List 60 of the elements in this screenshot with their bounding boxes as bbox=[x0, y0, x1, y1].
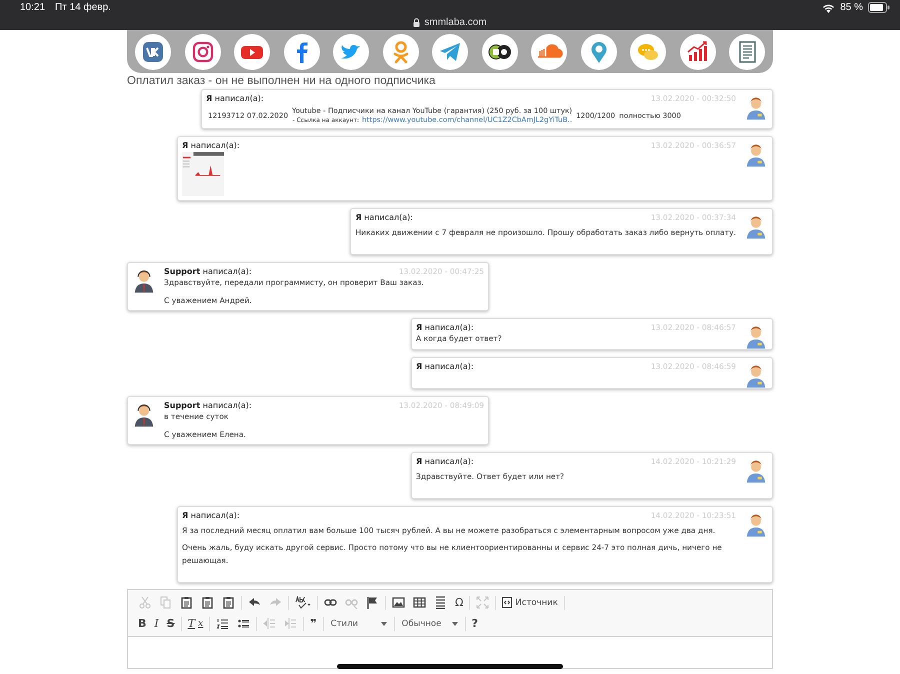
spellcheck-icon[interactable] bbox=[295, 596, 311, 609]
screenshot-thumbnail[interactable] bbox=[182, 152, 224, 196]
social-icon[interactable] bbox=[135, 34, 171, 70]
message-author: Я написал(а): bbox=[416, 322, 474, 333]
wifi-icon bbox=[822, 2, 836, 12]
user-avatar bbox=[746, 325, 766, 349]
message-author: Я написал(а): bbox=[182, 140, 240, 151]
clipboard-icon[interactable] bbox=[201, 596, 214, 609]
image-icon[interactable] bbox=[392, 596, 405, 609]
toolbar-button[interactable]: ? bbox=[468, 614, 482, 632]
message-author: Я написал(а): bbox=[182, 510, 240, 521]
toolbar-button[interactable]: S bbox=[162, 614, 179, 632]
social-icon[interactable] bbox=[284, 34, 320, 70]
horizontal-lines-icon[interactable] bbox=[434, 596, 447, 609]
cloud-icon[interactable] bbox=[531, 34, 567, 70]
chart-icon[interactable] bbox=[680, 34, 716, 70]
support-avatar bbox=[134, 269, 154, 293]
user-avatar bbox=[746, 96, 766, 120]
clipboard-icon[interactable] bbox=[222, 596, 235, 609]
flag-icon[interactable] bbox=[366, 596, 379, 609]
format-dropdown[interactable]: Стили bbox=[326, 614, 392, 632]
play-icon[interactable] bbox=[234, 34, 270, 70]
paper-plane-icon[interactable] bbox=[432, 34, 468, 70]
clock-text: 10:21 bbox=[20, 2, 46, 13]
user-avatar bbox=[746, 513, 766, 537]
battery-percent: 85 % bbox=[840, 2, 863, 13]
address-bar[interactable]: smmlaba.com bbox=[409, 15, 491, 29]
user-avatar bbox=[746, 459, 766, 483]
message-author: Я написал(а): bbox=[206, 93, 264, 104]
source-icon bbox=[502, 597, 512, 608]
toolbar-button[interactable]: Ω bbox=[451, 594, 468, 612]
format-dropdown[interactable]: Обычное bbox=[396, 614, 463, 632]
user-avatar bbox=[746, 143, 766, 167]
message-author: Support написал(а): bbox=[164, 400, 252, 411]
table-icon[interactable] bbox=[413, 596, 426, 609]
message-author: Support написал(а): bbox=[164, 266, 252, 277]
battery-icon bbox=[868, 2, 890, 13]
lock-icon bbox=[413, 18, 420, 26]
bird-icon[interactable] bbox=[333, 34, 369, 70]
date-text: Пт 14 февр. bbox=[55, 2, 111, 13]
user-avatar bbox=[746, 364, 766, 388]
message-author: Я написал(а): bbox=[355, 212, 413, 223]
clipboard-icon[interactable] bbox=[180, 596, 193, 609]
caret-icon bbox=[380, 622, 387, 626]
location-pin-icon[interactable] bbox=[580, 34, 616, 70]
camera-icon[interactable] bbox=[184, 34, 220, 70]
document-icon[interactable] bbox=[729, 34, 765, 70]
message-author: Я написал(а): bbox=[416, 361, 474, 372]
toolbar-button[interactable]: ❞ bbox=[306, 614, 321, 632]
numbered-list-icon[interactable] bbox=[216, 617, 230, 630]
user-avatar bbox=[746, 215, 766, 239]
source-button[interactable]: Источник bbox=[498, 594, 562, 612]
toolbar-button[interactable]: I bbox=[150, 614, 163, 632]
caret-icon bbox=[452, 622, 458, 626]
page-title: Оплатил заказ - он не выполнен ни на одного подписчика bbox=[127, 74, 436, 88]
bulleted-list-icon[interactable] bbox=[237, 617, 250, 630]
toolbar-button[interactable]: B bbox=[134, 614, 150, 632]
message-author: Я написал(а): bbox=[416, 456, 474, 467]
undo-icon[interactable] bbox=[248, 596, 261, 609]
support-avatar bbox=[134, 403, 154, 427]
